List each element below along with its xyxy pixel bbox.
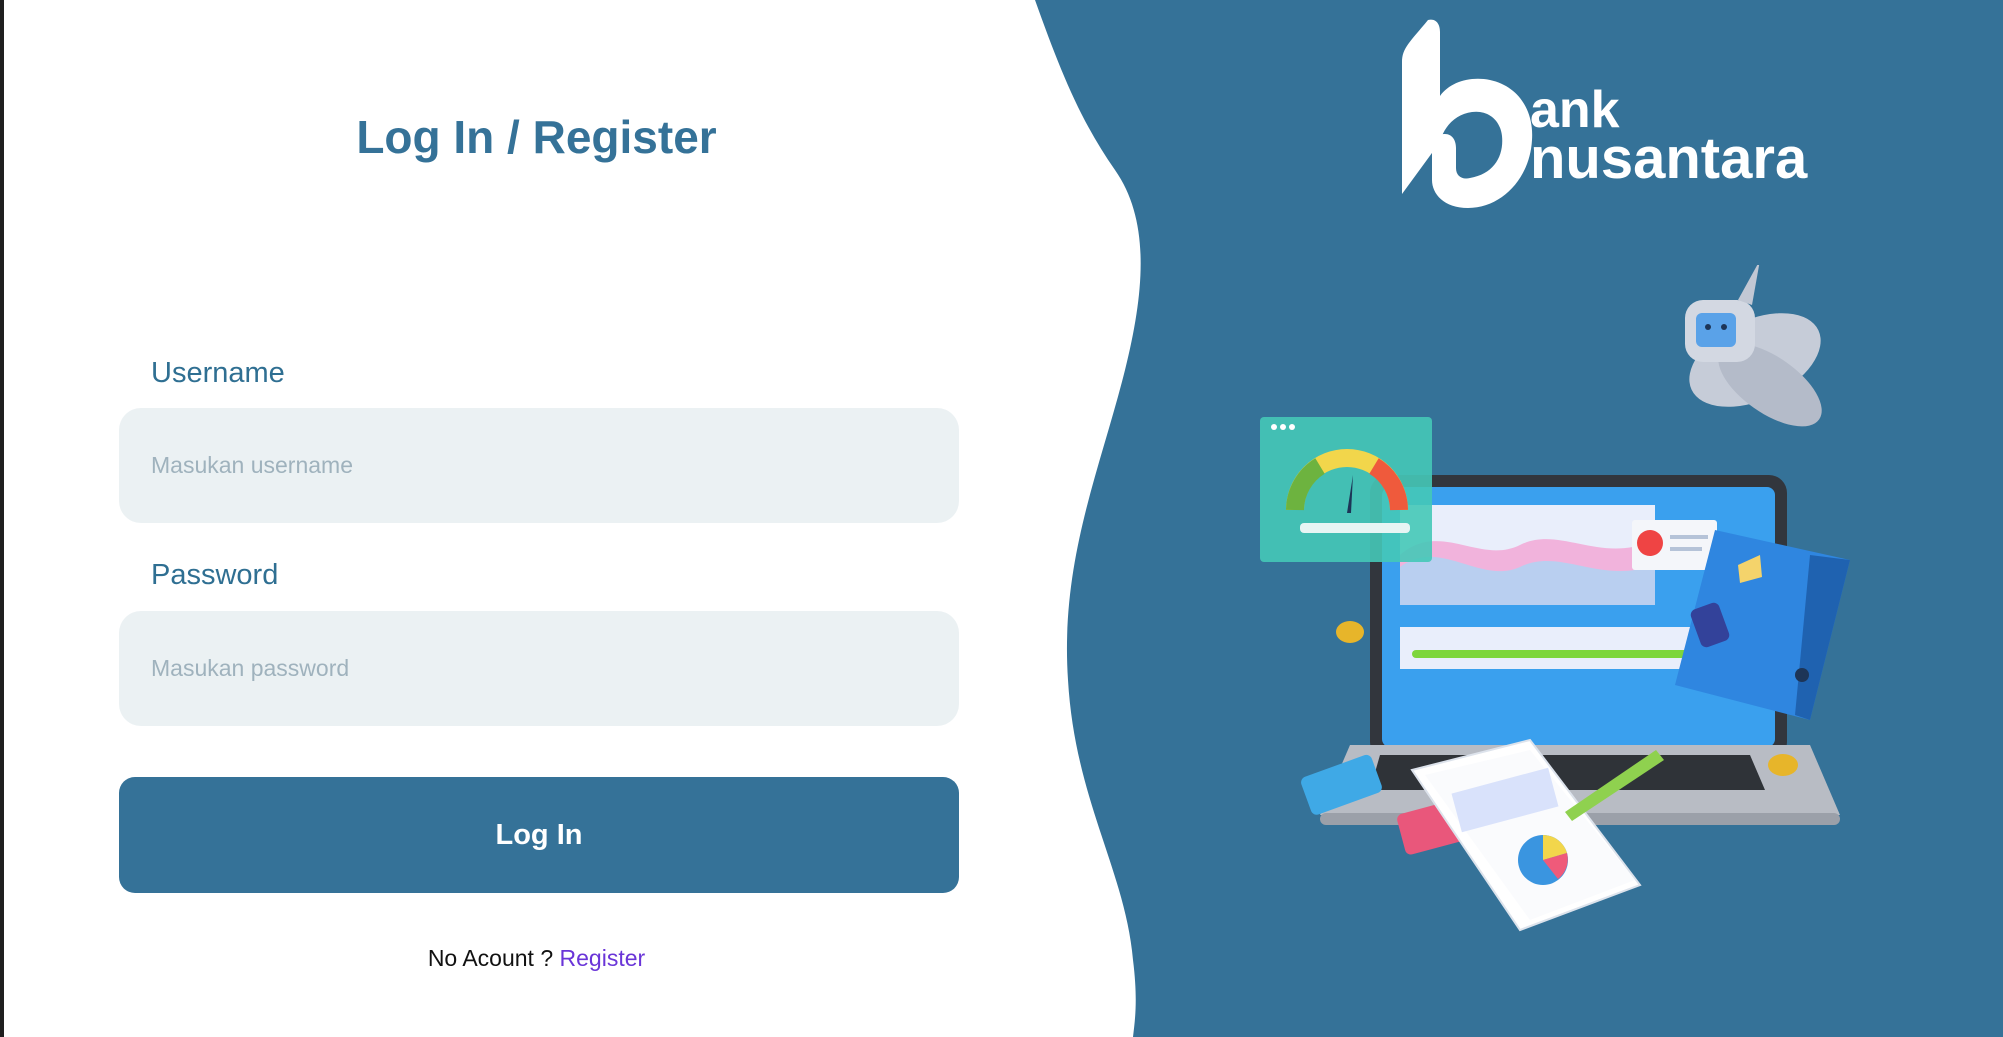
password-input[interactable] [119, 611, 959, 726]
username-input[interactable] [119, 408, 959, 523]
coin-icon [1768, 754, 1798, 776]
coin-icon [1336, 621, 1364, 643]
page-title: Log In / Register [356, 111, 717, 163]
register-link[interactable]: Register [560, 945, 646, 971]
register-prompt: No Acount ? Register [118, 945, 955, 972]
bank-nusantara-logo: ank nusantara [1398, 18, 1818, 213]
chat-bubble-icon [1632, 520, 1717, 570]
login-button[interactable]: Log In [119, 777, 959, 893]
password-label: Password [151, 559, 279, 591]
logo-b-icon [1402, 19, 1533, 209]
no-account-text: No Acount ? [427, 945, 554, 971]
gauge-card-icon [1260, 417, 1432, 562]
login-panel: Log In / Register Username Password Log … [0, 0, 1080, 1037]
finance-laptop-illustration [1260, 265, 1850, 932]
username-label: Username [151, 357, 285, 389]
logo-text-nusantara: nusantara [1530, 126, 1808, 191]
robot-mascot-icon [1685, 265, 1822, 427]
